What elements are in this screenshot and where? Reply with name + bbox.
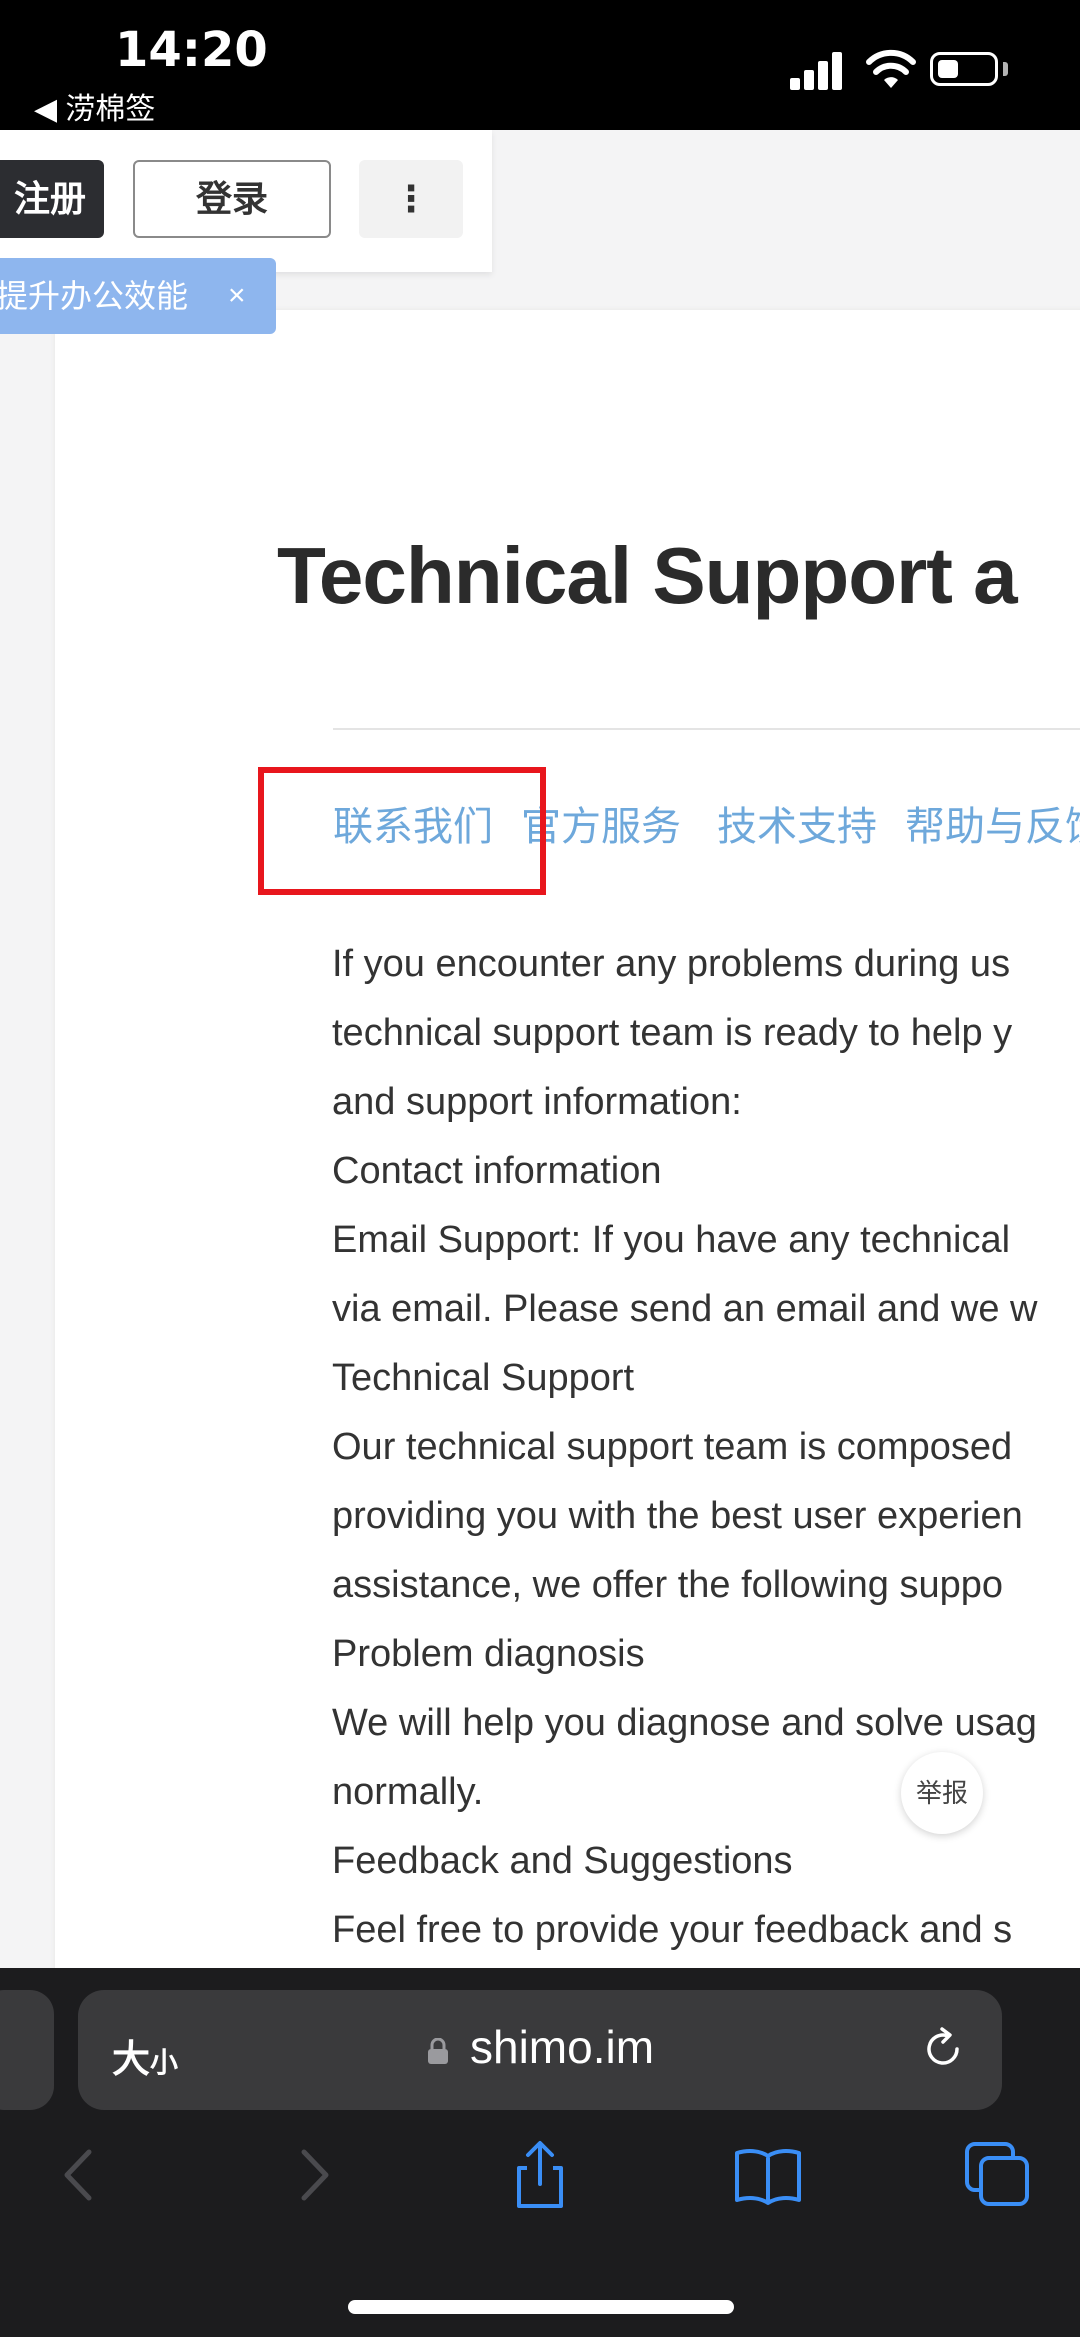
web-content: 注册 登录 ⋮ 提升办公效能 × Technical Support a 联系我… (0, 130, 1080, 1968)
promo-text: 提升办公效能 (0, 278, 189, 314)
wifi-icon (866, 49, 916, 88)
section-heading: Problem diagnosis (332, 1633, 645, 1675)
section-heading: Contact information (332, 1150, 662, 1192)
browser-nav-row (0, 2140, 1080, 2240)
status-bar: 14:20 ◀ 涝棉签 (0, 0, 1080, 130)
paragraph-line: Email Support: If you have any technical (332, 1219, 1011, 1261)
link-tech-support[interactable]: 技术支持 (717, 794, 877, 852)
paragraph-line: If you encounter any problems during us (332, 943, 1011, 985)
battery-cap (1003, 62, 1008, 76)
login-button[interactable]: 登录 (133, 160, 331, 238)
title-divider (333, 728, 1080, 730)
top-toolbar: 注册 登录 ⋮ (0, 130, 492, 272)
close-icon[interactable]: × (228, 258, 246, 334)
paragraph-line: providing you with the best user experie… (332, 1495, 1023, 1537)
paragraph-line: technical support team is ready to help … (332, 1012, 1013, 1054)
section-heading: Feedback and Suggestions (332, 1840, 793, 1882)
more-options-button[interactable]: ⋮ (359, 160, 463, 238)
tabs-icon[interactable] (963, 2140, 1033, 2210)
cellular-signal-icon (790, 50, 844, 90)
paragraph-line: and support information: (332, 1081, 742, 1123)
text-size-button[interactable]: 大小 (112, 2028, 178, 2083)
text-size-small: 小 (150, 2047, 179, 2078)
register-button[interactable]: 注册 (0, 160, 104, 238)
paragraph-line: We will help you diagnose and solve usag (332, 1702, 1037, 1744)
section-heading: Technical Support (332, 1357, 635, 1399)
bookmarks-icon[interactable] (733, 2140, 803, 2210)
forward-arrow-icon[interactable] (278, 2140, 348, 2210)
report-button[interactable]: 举报 (901, 1752, 983, 1834)
back-to-app-link[interactable]: ◀ 涝棉签 (34, 84, 155, 128)
paragraph-line: assistance, we offer the following suppo (332, 1564, 1004, 1606)
reload-icon[interactable] (920, 2026, 966, 2072)
back-arrow-icon[interactable] (45, 2140, 115, 2210)
promo-banner[interactable]: 提升办公效能 × (0, 258, 276, 334)
url-text: shimo.im (470, 2021, 655, 2073)
share-icon[interactable] (505, 2140, 575, 2210)
highlight-box (258, 767, 546, 895)
paragraph-line: Feel free to provide your feedback and s (332, 1909, 1013, 1951)
link-help-feedback[interactable]: 帮助与反馈 (905, 794, 1080, 852)
address-bar[interactable]: 大小 shimo.im (78, 1990, 1002, 2110)
home-indicator[interactable] (348, 2300, 734, 2314)
previous-tab-preview[interactable] (0, 1990, 54, 2110)
battery-icon (930, 52, 998, 86)
page-title: Technical Support a (277, 531, 1018, 620)
text-size-big: 大 (112, 2039, 151, 2081)
lock-icon (428, 2038, 448, 2064)
paragraph-line: via email. Please send an email and we w (332, 1288, 1038, 1330)
browser-toolbar: 大小 shimo.im (0, 1968, 1080, 2337)
paragraph-line: Our technical support team is composed (332, 1426, 1013, 1468)
status-time: 14:20 (115, 22, 268, 78)
